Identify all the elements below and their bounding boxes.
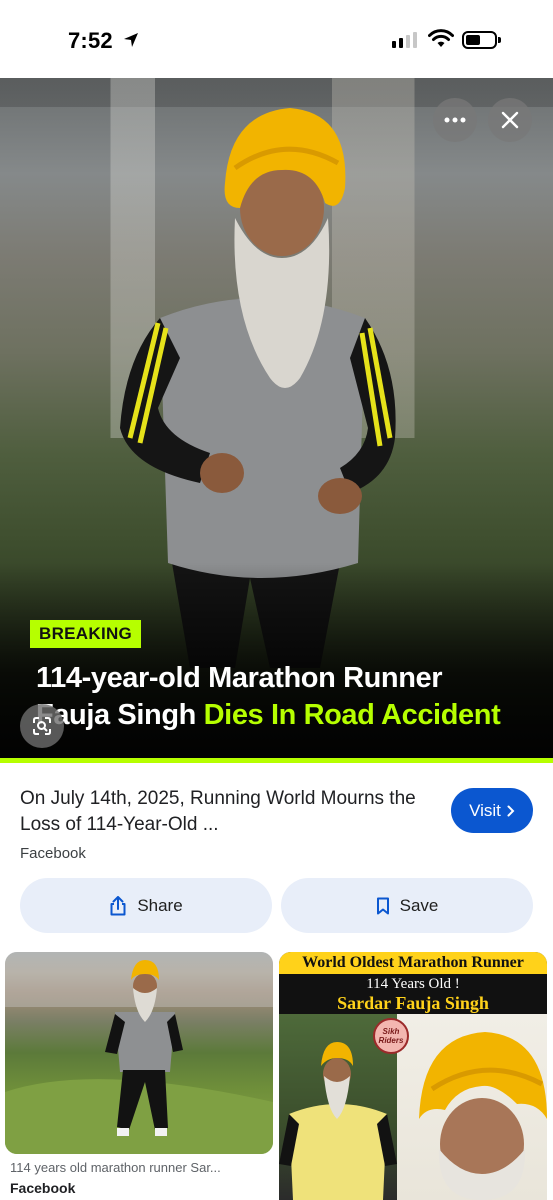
- sikh-riders-logo: Sikh Riders: [373, 1018, 409, 1054]
- location-arrow-icon: [124, 33, 138, 47]
- cellular-signal-icon: [392, 32, 417, 48]
- visit-button[interactable]: Visit: [451, 788, 533, 833]
- battery-icon: [462, 31, 501, 49]
- result-source: Facebook: [20, 845, 86, 862]
- related-image-2[interactable]: World Oldest Marathon Runner 114 Years O…: [279, 952, 547, 1200]
- result-title[interactable]: On July 14th, 2025, Running World Mourns…: [20, 786, 430, 838]
- poster-title: World Oldest Marathon Runner: [279, 952, 547, 974]
- share-icon: [110, 895, 126, 915]
- headline-line-1: 114-year-old Marathon Runner: [36, 662, 443, 694]
- headline-line-2: Fauja Singh Dies In Road Accident: [36, 697, 536, 734]
- lens-search-icon: [33, 717, 51, 735]
- poster-name: Sardar Fauja Singh: [337, 993, 489, 1013]
- close-button[interactable]: [488, 98, 532, 142]
- save-button[interactable]: Save: [281, 878, 533, 933]
- poster-portrait: [397, 1014, 547, 1200]
- related-source: Facebook: [10, 1180, 76, 1196]
- more-options-button[interactable]: [433, 98, 477, 142]
- related-caption[interactable]: 114 years old marathon runner Sar...: [10, 1160, 272, 1175]
- status-bar: 7:52: [0, 0, 553, 78]
- hero-accent-line: [0, 758, 553, 763]
- related-image-1[interactable]: [5, 952, 273, 1154]
- wifi-icon: [428, 29, 454, 47]
- save-label: Save: [399, 895, 439, 915]
- chevron-right-icon: [507, 805, 515, 816]
- runner-thumbnail: [5, 952, 273, 1154]
- breaking-badge: BREAKING: [30, 620, 142, 648]
- close-icon: [501, 111, 519, 129]
- bookmark-icon: [376, 897, 389, 914]
- hero-headline: 114-year-old Marathon Runner Fauja Singh…: [36, 660, 536, 734]
- share-label: Share: [137, 895, 183, 915]
- clock: 7:52: [68, 28, 113, 53]
- more-horizontal-icon: [444, 117, 466, 123]
- lens-search-button[interactable]: [20, 704, 64, 748]
- hero-image[interactable]: BREAKING 114-year-old Marathon Runner Fa…: [0, 78, 553, 763]
- share-button[interactable]: Share: [20, 878, 272, 933]
- visit-label: Visit: [469, 800, 501, 820]
- poster-subtitle-block: 114 Years Old ! Sardar Fauja Singh: [279, 974, 547, 1014]
- poster-subtitle: 114 Years Old !: [366, 976, 460, 992]
- headline-accent: Dies In Road Accident: [203, 699, 501, 731]
